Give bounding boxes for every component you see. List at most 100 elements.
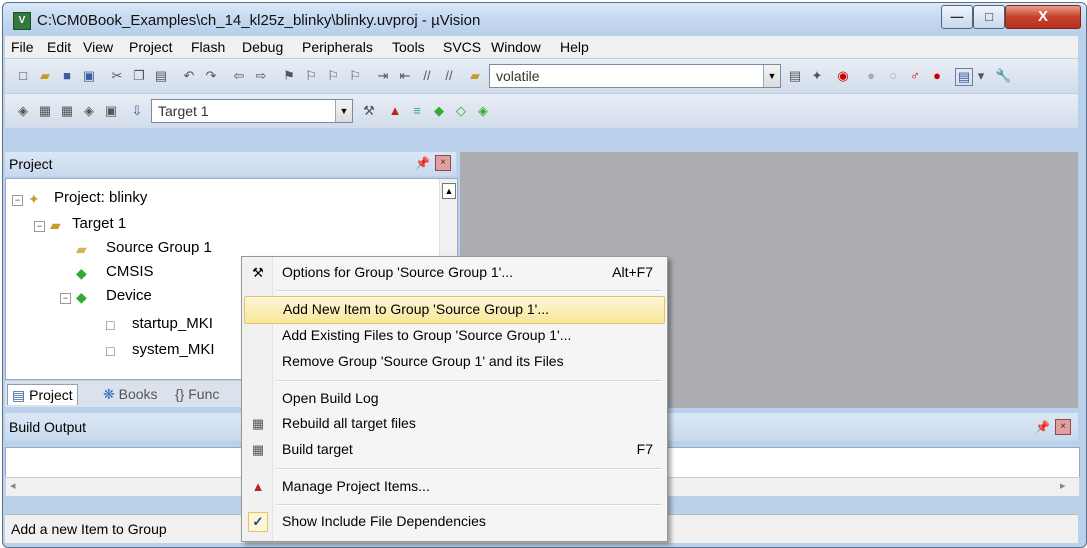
menu-svcs[interactable]: SVCS	[443, 39, 481, 55]
open-folder-icon[interactable]: ▰	[37, 68, 53, 84]
disable-breakpoint-icon[interactable]: ○	[885, 68, 901, 84]
tree-item-cmsis[interactable]: CMSIS	[106, 263, 154, 280]
menu-item-open-build-log[interactable]: Open Build Log	[244, 386, 663, 412]
save-icon[interactable]: ■	[59, 68, 75, 84]
collapse-icon[interactable]: −	[12, 195, 23, 206]
pack-installer-icon[interactable]: ◇	[453, 103, 469, 119]
menu-view[interactable]: View	[83, 39, 113, 55]
redo-icon[interactable]: ↷	[203, 68, 219, 84]
close-button[interactable]: X	[1005, 5, 1081, 29]
tree-item-startup-file[interactable]: startup_MKI	[132, 315, 213, 332]
menu-item-add-existing-files[interactable]: Add Existing Files to Group 'Source Grou…	[244, 323, 663, 349]
disable-all-breakpoints-icon[interactable]: ♂	[907, 68, 923, 84]
collapse-icon[interactable]: −	[34, 221, 45, 232]
window-layout-icon[interactable]: ▤	[955, 68, 973, 86]
batch-build-icon[interactable]: ◈	[81, 103, 97, 119]
translate-icon[interactable]: ◈	[15, 103, 31, 119]
menu-item-add-new-item[interactable]: Add New Item to Group 'Source Group 1'..…	[244, 296, 665, 324]
scroll-left-icon[interactable]: ◂	[10, 479, 16, 492]
file-icon: □	[106, 317, 115, 333]
component-icon: ◆	[76, 289, 87, 305]
new-file-icon[interactable]: □	[15, 68, 31, 84]
prev-bookmark-icon[interactable]: ⚐	[303, 68, 319, 84]
close-icon[interactable]: ×	[1055, 419, 1071, 435]
layout-dropdown-icon[interactable]: ▾	[973, 68, 989, 84]
comment-icon[interactable]: //	[419, 68, 435, 84]
tree-item-device[interactable]: Device	[106, 287, 152, 304]
tree-item-project[interactable]: Project: blinky	[54, 189, 147, 206]
tree-item-source-group[interactable]: Source Group 1	[106, 239, 212, 256]
kill-breakpoints-icon[interactable]: ●	[929, 68, 945, 84]
incremental-find-icon[interactable]: ✦	[809, 68, 825, 84]
undo-icon[interactable]: ↶	[181, 68, 197, 84]
tab-books[interactable]: ❋ Books	[99, 384, 162, 404]
scroll-up-icon[interactable]: ▲	[442, 183, 456, 199]
unindent-icon[interactable]: ⇤	[397, 68, 413, 84]
tree-item-system-file[interactable]: system_MKI	[132, 341, 215, 358]
bookmark-icon[interactable]: ⚑	[281, 68, 297, 84]
menu-file[interactable]: File	[11, 39, 34, 55]
tree-item-target[interactable]: Target 1	[72, 215, 126, 232]
configure-icon[interactable]: 🔧	[995, 68, 1011, 84]
uncomment-icon[interactable]: //	[441, 68, 457, 84]
run-time-env-icon[interactable]: ◆	[431, 103, 447, 119]
chevron-down-icon[interactable]: ▼	[763, 65, 780, 87]
status-text: Add a new Item to Group	[11, 521, 167, 537]
manage-components-icon[interactable]: ▲	[387, 103, 403, 119]
find-combobox[interactable]: volatile ▼	[489, 64, 781, 88]
menu-item-show-include-deps[interactable]: ✓ Show Include File Dependencies	[244, 509, 663, 535]
menu-tools[interactable]: Tools	[392, 39, 425, 55]
menu-item-options-for-group[interactable]: ⚒ Options for Group 'Source Group 1'... …	[244, 260, 663, 286]
save-all-icon[interactable]: ▣	[81, 68, 97, 84]
forward-icon[interactable]: ⇨	[253, 68, 269, 84]
indent-icon[interactable]: ⇥	[375, 68, 391, 84]
minimize-button[interactable]: —	[941, 5, 973, 29]
back-icon[interactable]: ⇦	[231, 68, 247, 84]
close-icon: X	[1037, 8, 1048, 25]
pin-icon[interactable]: 📌	[415, 156, 430, 170]
cut-icon[interactable]: ✂	[109, 68, 125, 84]
debug-session-icon[interactable]: ◉	[835, 68, 851, 84]
menu-separator	[276, 504, 662, 506]
tab-functions[interactable]: {} Func	[171, 384, 223, 404]
chevron-down-icon[interactable]: ▼	[335, 100, 352, 122]
find-icon[interactable]: ▤	[787, 68, 803, 84]
build-output-title: Build Output	[9, 419, 87, 435]
collapse-icon[interactable]: −	[60, 293, 71, 304]
menu-item-rebuild-all[interactable]: ▦ Rebuild all target files	[244, 411, 663, 437]
target-options-icon[interactable]: ⚒	[361, 103, 377, 119]
tab-project[interactable]: ▤ Project	[7, 384, 78, 405]
close-icon[interactable]: ×	[435, 155, 451, 171]
rebuild-icon[interactable]: ▦	[59, 103, 75, 119]
build-icon[interactable]: ▦	[37, 103, 53, 119]
stop-build-icon[interactable]: ▣	[103, 103, 119, 119]
menu-edit[interactable]: Edit	[47, 39, 71, 55]
title-bar[interactable]: V C:\CM0Book_Examples\ch_14_kl25z_blinky…	[3, 3, 1086, 37]
menu-debug[interactable]: Debug	[242, 39, 283, 55]
scroll-right-icon[interactable]: ▸	[1060, 479, 1066, 492]
multi-project-icon[interactable]: ◈	[475, 103, 491, 119]
breakpoint-icon[interactable]: ●	[863, 68, 879, 84]
menu-flash[interactable]: Flash	[191, 39, 225, 55]
menu-window[interactable]: Window	[491, 39, 541, 55]
menu-item-remove-group[interactable]: Remove Group 'Source Group 1' and its Fi…	[244, 349, 663, 375]
copy-icon[interactable]: ❐	[131, 68, 147, 84]
find-in-files-icon[interactable]: ▰	[467, 68, 483, 84]
clear-bookmarks-icon[interactable]: ⚐	[347, 68, 363, 84]
menu-item-shortcut: F7	[636, 441, 653, 457]
menu-peripherals[interactable]: Peripherals	[302, 39, 373, 55]
maximize-button[interactable]: □	[973, 5, 1005, 29]
menu-separator	[276, 380, 662, 382]
target-combobox[interactable]: Target 1 ▼	[151, 99, 353, 123]
menu-item-label: Options for Group 'Source Group 1'...	[282, 264, 514, 280]
pin-icon[interactable]: 📌	[1035, 420, 1050, 434]
paste-icon[interactable]: ▤	[153, 68, 169, 84]
select-packs-icon[interactable]: ≡	[409, 103, 425, 119]
menu-item-build-target[interactable]: ▦ Build target F7	[244, 437, 663, 463]
tab-project-label: Project	[29, 387, 73, 403]
menu-item-manage-project-items[interactable]: ▲ Manage Project Items...	[244, 474, 663, 500]
menu-project[interactable]: Project	[129, 39, 173, 55]
menu-help[interactable]: Help	[560, 39, 589, 55]
next-bookmark-icon[interactable]: ⚐	[325, 68, 341, 84]
download-icon[interactable]: ⇩	[129, 103, 145, 119]
